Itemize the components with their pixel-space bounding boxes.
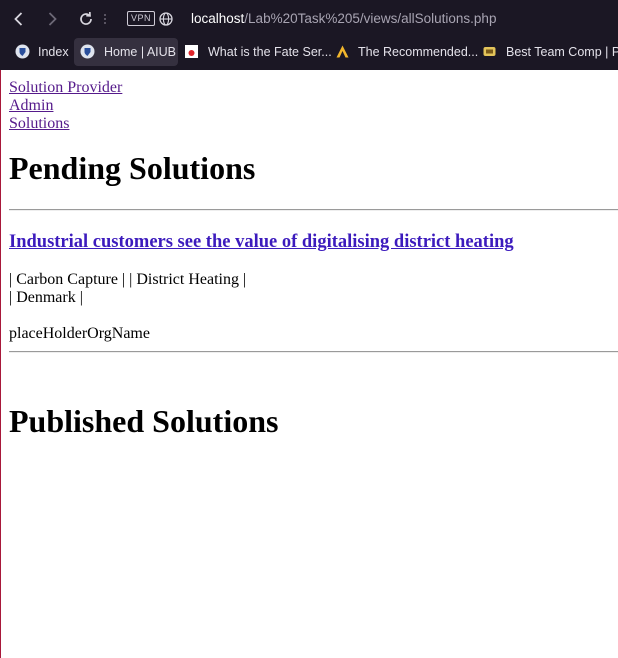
bookmark-label: Home | AIUB xyxy=(104,45,177,59)
bookmark-label: What is the Fate Ser... xyxy=(208,45,332,59)
solution-title-link[interactable]: Industrial customers see the value of di… xyxy=(9,232,514,252)
bookmark-index[interactable]: Index xyxy=(9,38,71,66)
bookmark-label: Index xyxy=(38,45,69,59)
red-dot-icon xyxy=(185,45,198,58)
nav-link-solution-provider[interactable]: Solution Provider xyxy=(9,79,618,97)
reload-icon xyxy=(80,11,92,25)
bookmark-home-aiub[interactable]: Home | AIUB xyxy=(74,38,178,66)
reload-button[interactable] xyxy=(76,9,96,29)
solution-org-name: placeHolderOrgName xyxy=(9,325,150,342)
apps-grid-icon[interactable] xyxy=(99,9,111,29)
bookmark-label: The Recommended... xyxy=(358,45,479,59)
bookmark-recommended[interactable]: The Recommended... xyxy=(329,38,479,66)
url-path: /Lab%20Task%205/views/allSolutions.php xyxy=(244,11,497,26)
address-bar-row: VPN localhost/Lab%20Task%205/views/allSo… xyxy=(0,0,618,38)
bookmarks-bar: Index Home | AIUB What is the Fate Ser..… xyxy=(0,38,618,66)
bookmark-fate-series[interactable]: What is the Fate Ser... xyxy=(178,38,332,66)
solution-tags: | Carbon Capture | | District Heating | … xyxy=(9,271,618,307)
window-edge xyxy=(0,70,1,658)
divider xyxy=(9,209,618,211)
solution-title: Industrial customers see the value of di… xyxy=(9,231,618,253)
pending-solutions-heading: Pending Solutions xyxy=(9,150,256,186)
emblem-icon xyxy=(483,47,496,56)
back-arrow-icon xyxy=(14,12,23,26)
published-solutions-heading: Published Solutions xyxy=(9,403,279,439)
url-field[interactable]: localhost/Lab%20Task%205/views/allSoluti… xyxy=(191,10,496,28)
aiub-shield-icon xyxy=(80,44,95,59)
vpn-badge[interactable]: VPN xyxy=(127,11,156,26)
bookmark-label: Best Team Comp | P... xyxy=(506,45,618,59)
page-content: Solution Provider Admin Solutions Pendin… xyxy=(9,70,618,440)
triangle-logo-icon xyxy=(336,45,349,58)
browser-chrome: VPN localhost/Lab%20Task%205/views/allSo… xyxy=(0,0,618,70)
solution-countries: | Denmark | xyxy=(9,289,83,306)
url-host: localhost xyxy=(191,11,245,26)
back-button[interactable] xyxy=(9,9,29,29)
forward-arrow-icon xyxy=(48,12,57,26)
forward-button[interactable] xyxy=(42,9,62,29)
nav-link-admin[interactable]: Admin xyxy=(9,97,618,115)
aiub-shield-icon xyxy=(15,44,30,59)
nav-link-solutions[interactable]: Solutions xyxy=(9,115,618,133)
bookmark-best-team-comp[interactable]: Best Team Comp | P... xyxy=(476,38,618,66)
divider xyxy=(9,351,618,353)
solution-categories: | Carbon Capture | | District Heating | xyxy=(9,271,247,288)
globe-icon xyxy=(157,9,177,29)
top-nav: Solution Provider Admin Solutions xyxy=(9,79,618,133)
